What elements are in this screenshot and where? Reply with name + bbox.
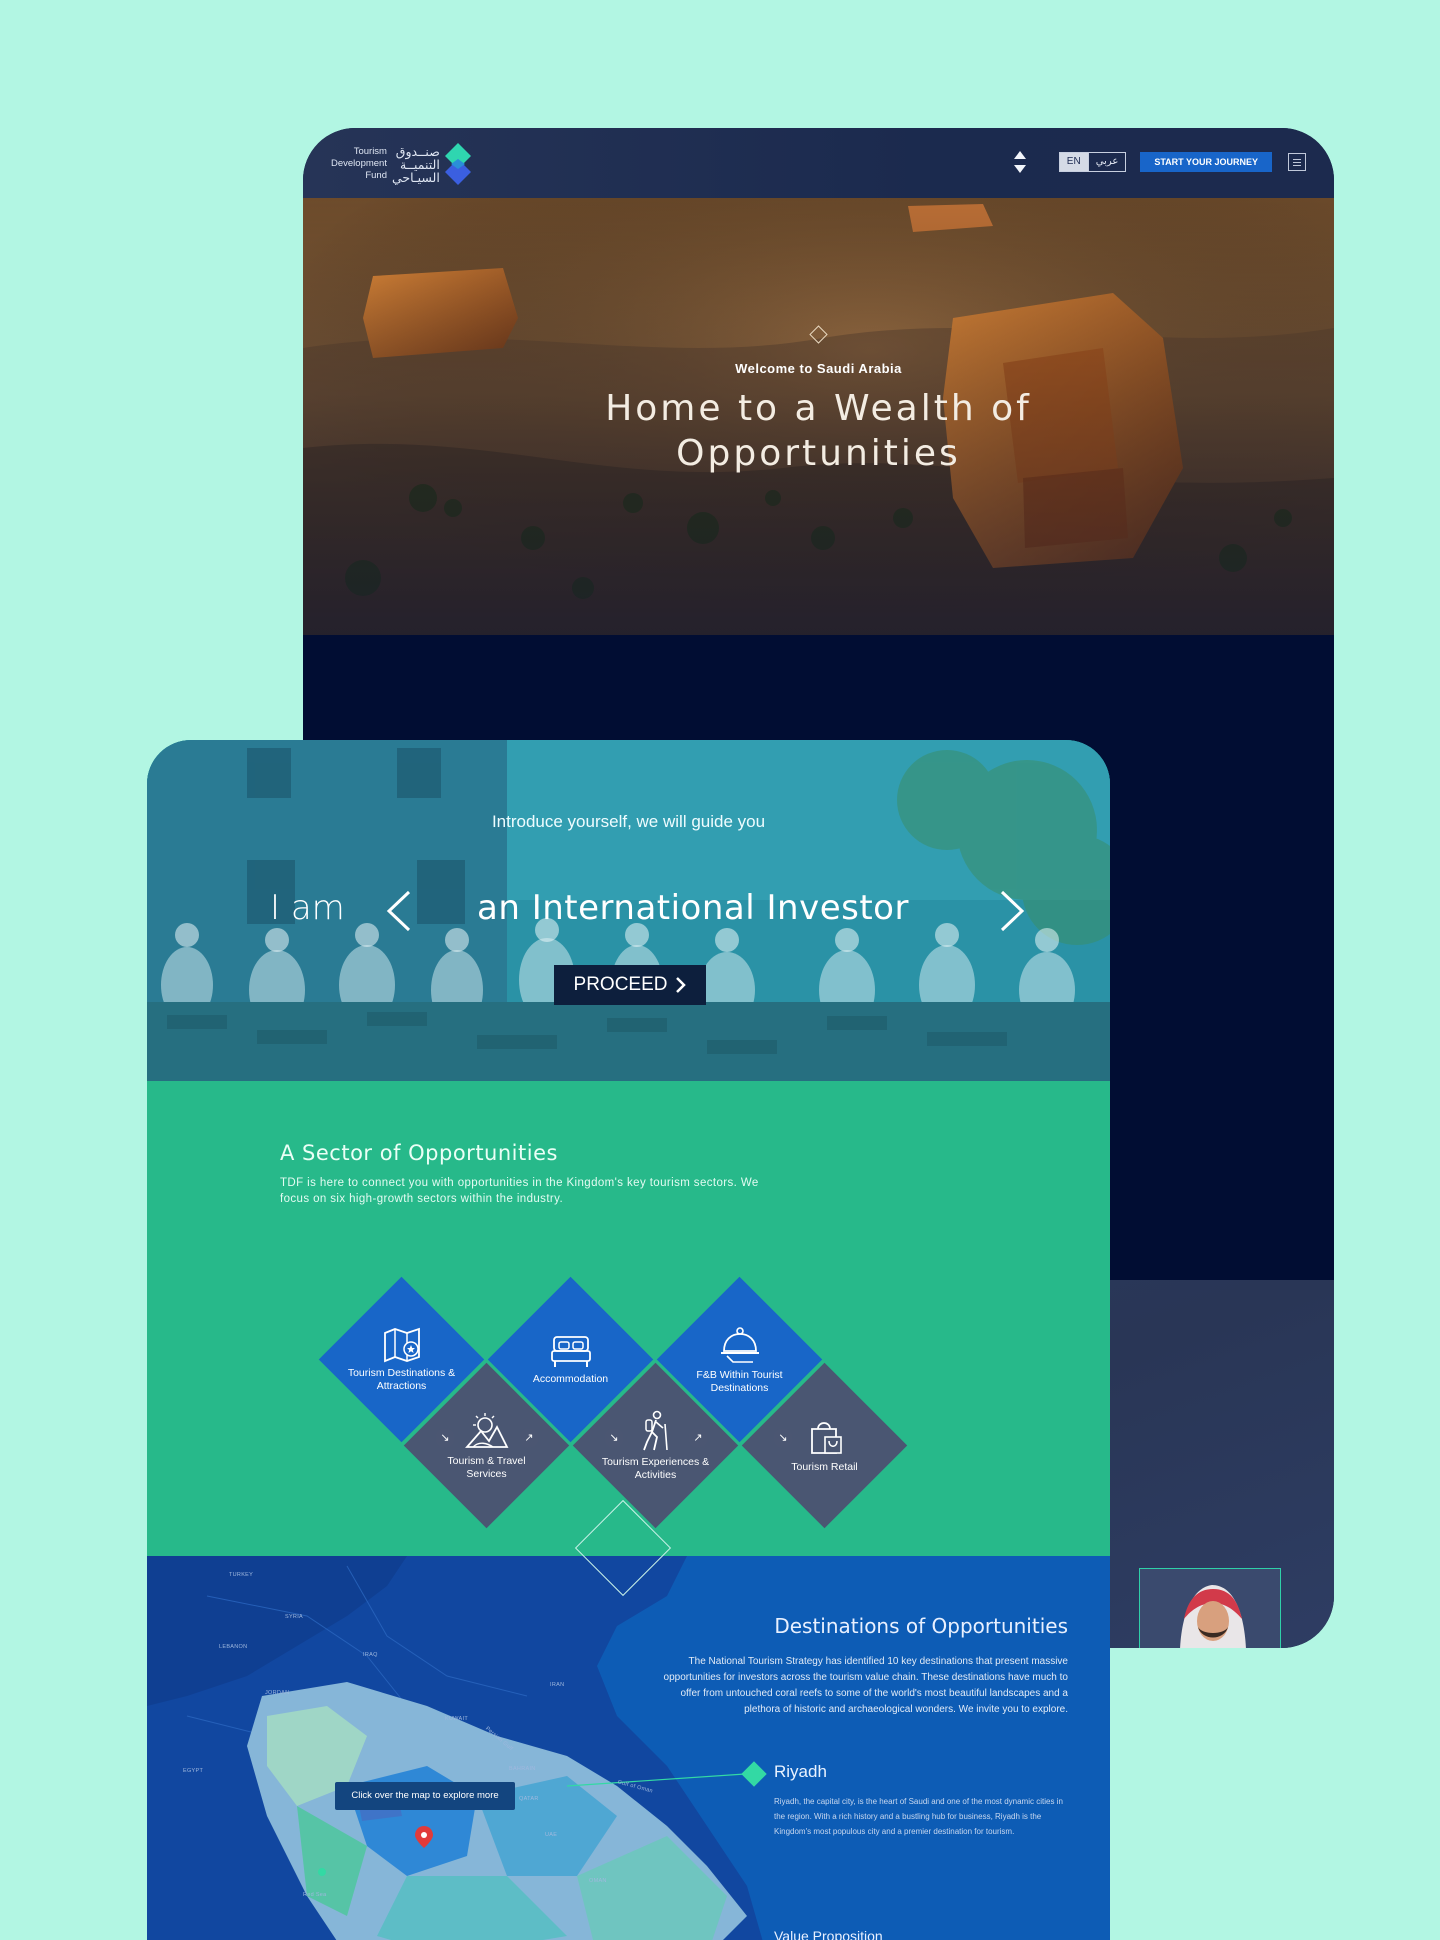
lang-en-button[interactable]: EN [1059,153,1088,171]
map-country-label: SYRIA [285,1614,304,1620]
diamond-ornament-icon [809,325,828,344]
investor-journey-screen: Introduce yourself, we will guide you I … [147,740,1110,1940]
logo-text-ar: السيـاحي [391,169,440,185]
previous-role-chevron-icon[interactable] [379,886,419,936]
portrait-image [1140,1569,1280,1648]
top-navigation: Tourism Development Fund صنــدوق التنميـ… [303,128,1334,198]
lang-ar-button[interactable]: عربي [1087,153,1126,171]
map-country-label: QATAR [519,1796,539,1802]
map-country-label: JORDAN [265,1690,290,1696]
hero-title-line: Opportunities [676,433,961,474]
sector-of-opportunities-section: A Sector of Opportunities TDF is here to… [147,1081,1110,1556]
next-role-chevron-icon[interactable] [992,886,1032,936]
menu-icon[interactable] [1288,153,1306,171]
language-switcher: EN عربي [1058,152,1127,172]
destination-description: Riyadh, the capital city, is the heart o… [774,1797,1063,1836]
map-country-label: Red Sea [303,1892,327,1898]
hero-title: Home to a Wealth of Opportunities [303,386,1334,476]
logo-text-en: Fund [365,170,387,181]
logo-text-en: Tourism [353,146,387,157]
intro-tagline: Introduce yourself, we will guide you [491,812,766,831]
start-journey-button[interactable]: START YOUR JOURNEY [1140,152,1272,172]
landscape-sun-icon [464,1412,508,1448]
logo-text-ar: صنــدوق [395,143,440,159]
map-country-label: EGYPT [183,1768,204,1774]
destinations-section: TURKEY SYRIA LEBANON IRAQ IRAN JORDAN KU… [147,1556,1110,1940]
proceed-button[interactable]: PROCEED [554,965,706,1005]
cloche-icon [720,1326,759,1363]
logo-text-en: Development [331,158,387,169]
map-star-icon [383,1327,420,1362]
hiker-icon [642,1410,668,1450]
person-portrait[interactable] [1139,1568,1281,1648]
map-country-label: BAHRAIN [509,1766,536,1772]
hero-banner: Welcome to Saudi Arabia Home to a Wealth… [303,198,1334,635]
section-description: The National Tourism Strategy has identi… [663,1656,1068,1715]
investor-role-selector[interactable]: an International Investor [477,888,909,928]
map-country-label: LEBANON [219,1644,248,1650]
map-country-label: TURKEY [229,1572,254,1578]
logo-text-ar: التنميــة [399,156,440,172]
section-description: TDF is here to connect you with opportun… [280,1177,759,1205]
map-country-label: IRAQ [363,1652,378,1658]
arrow-down-right-icon[interactable]: ↘ [773,1428,793,1448]
logo-mark-icon [444,143,471,185]
proceed-label: PROCEED [573,974,668,995]
map-hint-tooltip: Click over the map to explore more [335,1782,515,1810]
tdf-logo[interactable]: Tourism Development Fund صنــدوق التنميـ… [331,140,471,188]
arrow-up-right-icon[interactable]: ↗ [519,1428,539,1448]
section-title: Destinations of Opportunities [774,1614,1068,1638]
swap-icon[interactable] [1011,149,1029,175]
section-title: A Sector of Opportunities [280,1141,558,1165]
i-am-label: I am [270,888,345,928]
arrow-down-right-icon[interactable]: ↘ [604,1428,624,1448]
introduce-yourself-section: Introduce yourself, we will guide you I … [147,740,1110,1081]
map-country-label: IRAN [550,1682,565,1688]
destination-name[interactable]: Riyadh [774,1762,827,1782]
sector-tile-label: Tourism Experiences & Activities [601,1455,710,1481]
shopping-bag-icon [810,1422,842,1454]
arrow-up-right-icon[interactable]: ↗ [688,1428,708,1448]
hero-eyebrow: Welcome to Saudi Arabia [735,361,902,376]
map-country-label: OMAN [589,1878,607,1884]
arrow-down-right-icon[interactable]: ↘ [435,1428,455,1448]
sector-tile-label: Tourism & Travel Services [447,1454,526,1480]
hero-title-line: Home to a Wealth of [605,388,1032,429]
map-country-label: KUWAIT [445,1716,468,1722]
sector-tile-label: Tourism Retail [791,1461,858,1473]
chevron-right-icon [676,977,687,993]
map-country-label: UAE [545,1832,558,1838]
